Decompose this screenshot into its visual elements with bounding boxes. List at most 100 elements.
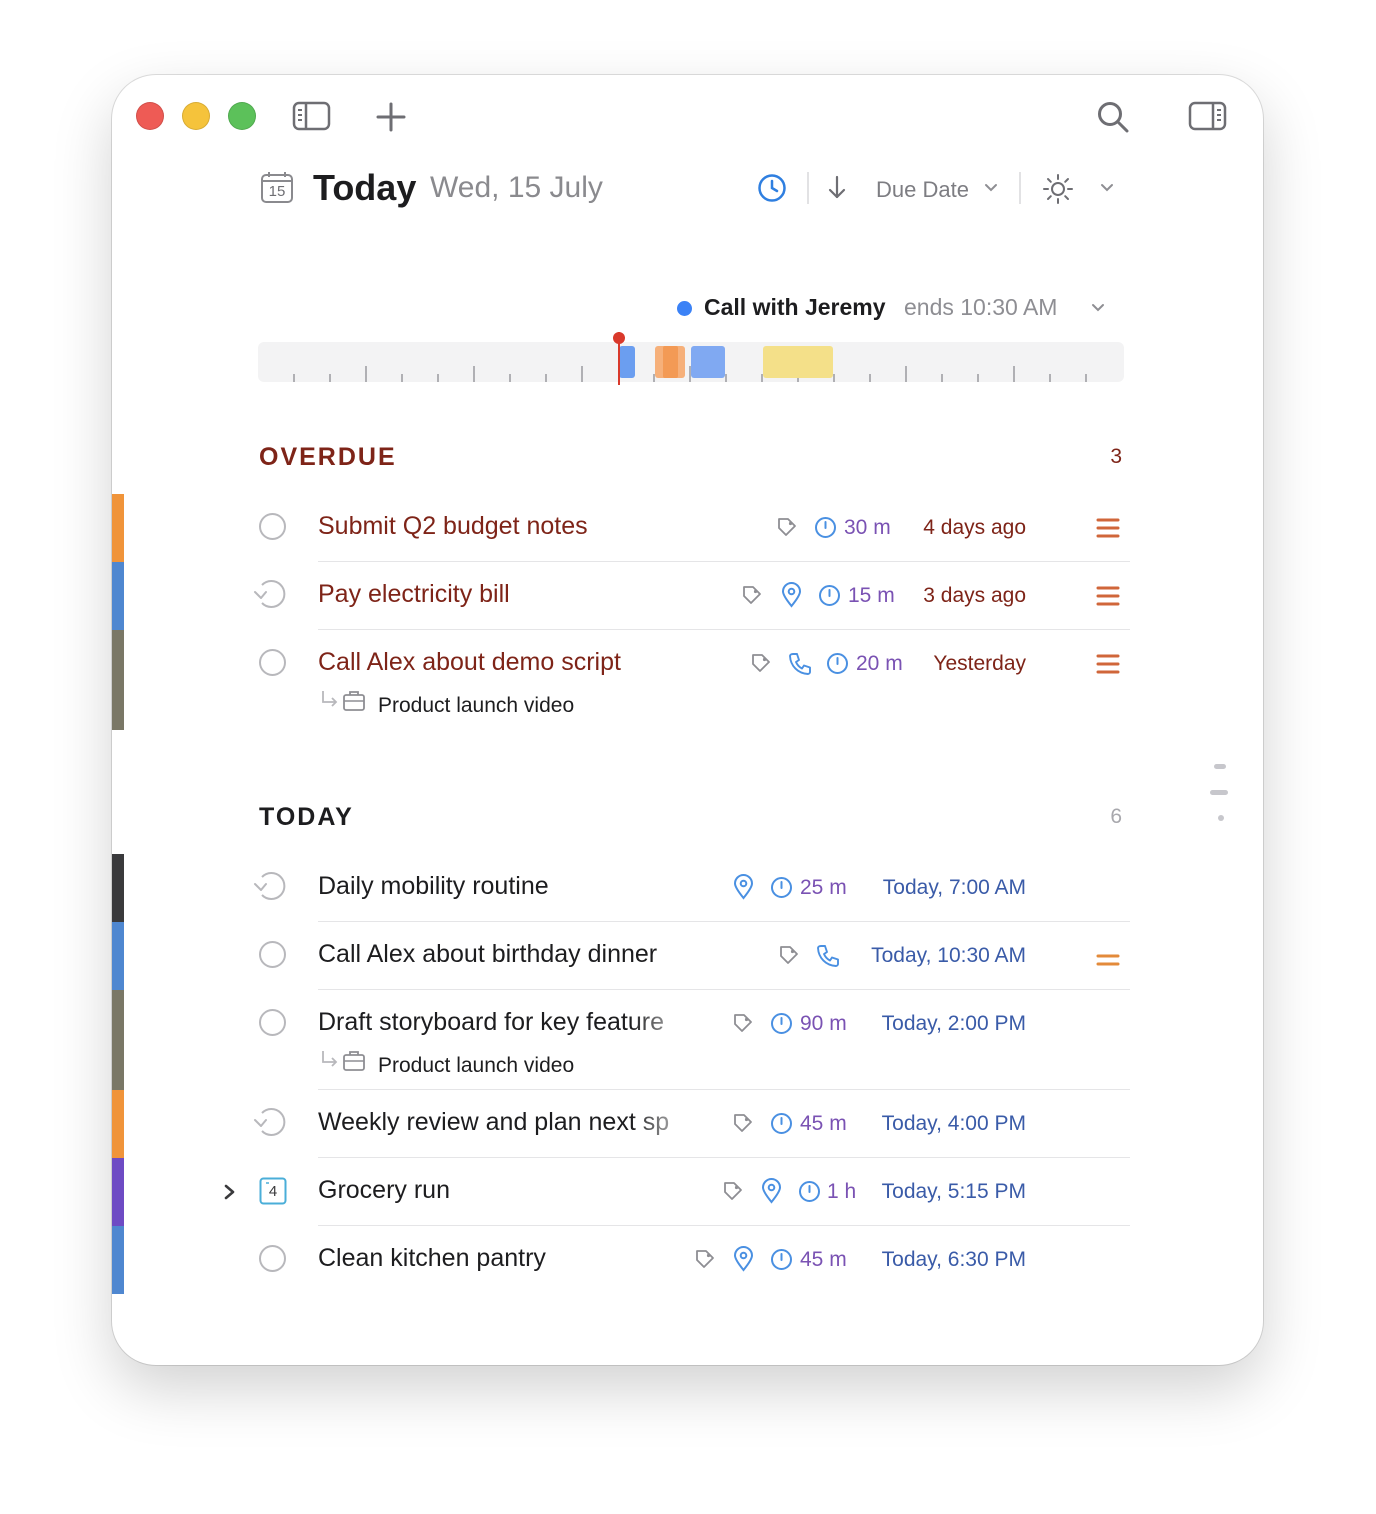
task-color-strip [112, 494, 124, 562]
scroll-index-mark[interactable] [1214, 764, 1226, 769]
task-color-strip [112, 990, 124, 1090]
task-checkbox[interactable] [259, 649, 286, 676]
tag-icon [696, 1250, 714, 1268]
row-divider [318, 1225, 1130, 1226]
task-title[interactable]: Call Alex about demo script [318, 648, 621, 677]
task-due: Today, 4:00 PM [881, 1112, 1026, 1135]
clock-toggle-icon[interactable] [757, 173, 787, 203]
briefcase-icon [343, 691, 365, 711]
task-project[interactable]: Product launch video [378, 1054, 574, 1078]
subtask-arrow-icon [322, 691, 338, 707]
close-button[interactable] [136, 102, 164, 130]
tag-icon [734, 1114, 752, 1132]
phone-icon [789, 653, 811, 675]
location-icon [733, 874, 754, 900]
task-title[interactable]: Call Alex about birthday dinner [318, 940, 657, 969]
arrow-down-icon[interactable] [826, 175, 848, 201]
scroll-index-mark[interactable] [1218, 815, 1224, 821]
task-due: Today, 5:15 PM [881, 1180, 1026, 1203]
sidebar-left-icon[interactable] [292, 101, 332, 131]
task-checkbox[interactable] [259, 1245, 286, 1272]
clock-icon [771, 877, 792, 898]
repeat-checkbox-icon[interactable] [252, 870, 290, 902]
today-count: 6 [1110, 805, 1122, 828]
now-indicator-dot [613, 332, 625, 344]
clock-icon [827, 653, 848, 674]
current-event-title[interactable]: Call with Jeremy [704, 294, 886, 321]
section-header-today: TODAY [259, 803, 354, 831]
task-due: Today, 7:00 AM [882, 876, 1026, 899]
task-due: 4 days ago [923, 516, 1026, 539]
task-title[interactable]: Clean kitchen pantry [318, 1244, 546, 1273]
task-title[interactable]: Submit Q2 budget notes [318, 512, 588, 541]
clock-icon [771, 1249, 792, 1270]
task-color-strip [112, 1158, 124, 1226]
sidebar-right-icon[interactable] [1188, 101, 1228, 131]
task-color-strip [112, 630, 124, 730]
chevron-down-icon[interactable] [1100, 183, 1114, 193]
clock-icon [819, 585, 840, 606]
minimize-button[interactable] [182, 102, 210, 130]
task-due: Today, 6:30 PM [881, 1248, 1026, 1271]
zoom-button[interactable] [228, 102, 256, 130]
row-divider [318, 1089, 1130, 1090]
timeline-event-block[interactable] [763, 346, 833, 378]
task-title[interactable]: Weekly review and plan next sp [318, 1108, 700, 1137]
sort-dropdown-label[interactable]: Due Date [876, 177, 969, 203]
task-checkbox[interactable] [259, 941, 286, 968]
task-due: Yesterday [933, 652, 1026, 675]
expand-chevron-icon[interactable] [223, 1183, 237, 1201]
task-checkbox[interactable] [259, 1009, 286, 1036]
calendar-day-number: 15 [268, 183, 286, 200]
priority-high-icon[interactable] [1096, 585, 1120, 607]
tag-icon [724, 1182, 742, 1200]
scroll-index-mark[interactable] [1210, 790, 1228, 795]
row-divider [318, 1157, 1130, 1158]
task-title[interactable]: Draft storyboard for key feature [318, 1008, 700, 1037]
priority-high-icon[interactable] [1096, 653, 1120, 675]
tag-icon [778, 518, 796, 536]
tag-icon [743, 586, 761, 604]
page-date: Wed, 15 July [430, 171, 603, 204]
plus-icon[interactable] [376, 102, 406, 132]
task-project[interactable]: Product launch video [378, 694, 574, 718]
toolbar-divider [1019, 172, 1021, 204]
row-divider [318, 629, 1130, 630]
task-title[interactable]: Daily mobility routine [318, 872, 549, 901]
task-color-strip [112, 1226, 124, 1294]
timeline-event-block[interactable] [691, 346, 725, 378]
page-title: Today [313, 167, 417, 208]
event-color-dot [677, 301, 692, 316]
day-timeline[interactable] [258, 342, 1124, 382]
tag-icon [752, 654, 770, 672]
clock-icon [771, 1113, 792, 1134]
task-color-strip [112, 922, 124, 990]
priority-high-icon[interactable] [1096, 517, 1120, 539]
current-event-end: ends 10:30 AM [904, 294, 1058, 320]
location-icon [781, 582, 802, 608]
repeat-checkbox-icon[interactable] [252, 578, 290, 610]
checklist-checkbox[interactable]: 4 [259, 1177, 287, 1205]
repeat-checkbox-icon[interactable] [252, 1106, 290, 1138]
task-color-strip [112, 562, 124, 630]
chevron-down-icon[interactable] [984, 183, 998, 193]
timeline-event-block[interactable] [663, 346, 678, 378]
location-icon [761, 1178, 782, 1204]
row-divider [318, 561, 1130, 562]
search-icon[interactable] [1096, 100, 1130, 134]
priority-medium-icon[interactable] [1096, 953, 1120, 967]
task-title[interactable]: Pay electricity bill [318, 580, 510, 609]
task-due: Today, 10:30 AM [871, 944, 1026, 967]
app-window: 15 Today Wed, 15 July Due Date Call with… [112, 75, 1263, 1365]
task-title[interactable]: Grocery run [318, 1176, 450, 1205]
chevron-down-icon[interactable] [1091, 303, 1105, 313]
task-due: 3 days ago [923, 584, 1026, 607]
task-color-strip [112, 854, 124, 922]
clock-icon [815, 517, 836, 538]
task-checkbox[interactable] [259, 513, 286, 540]
sun-icon[interactable] [1042, 173, 1074, 205]
timeline-event-block[interactable] [619, 346, 635, 378]
row-divider [318, 989, 1130, 990]
briefcase-icon [343, 1051, 365, 1071]
toolbar-divider [807, 172, 809, 204]
